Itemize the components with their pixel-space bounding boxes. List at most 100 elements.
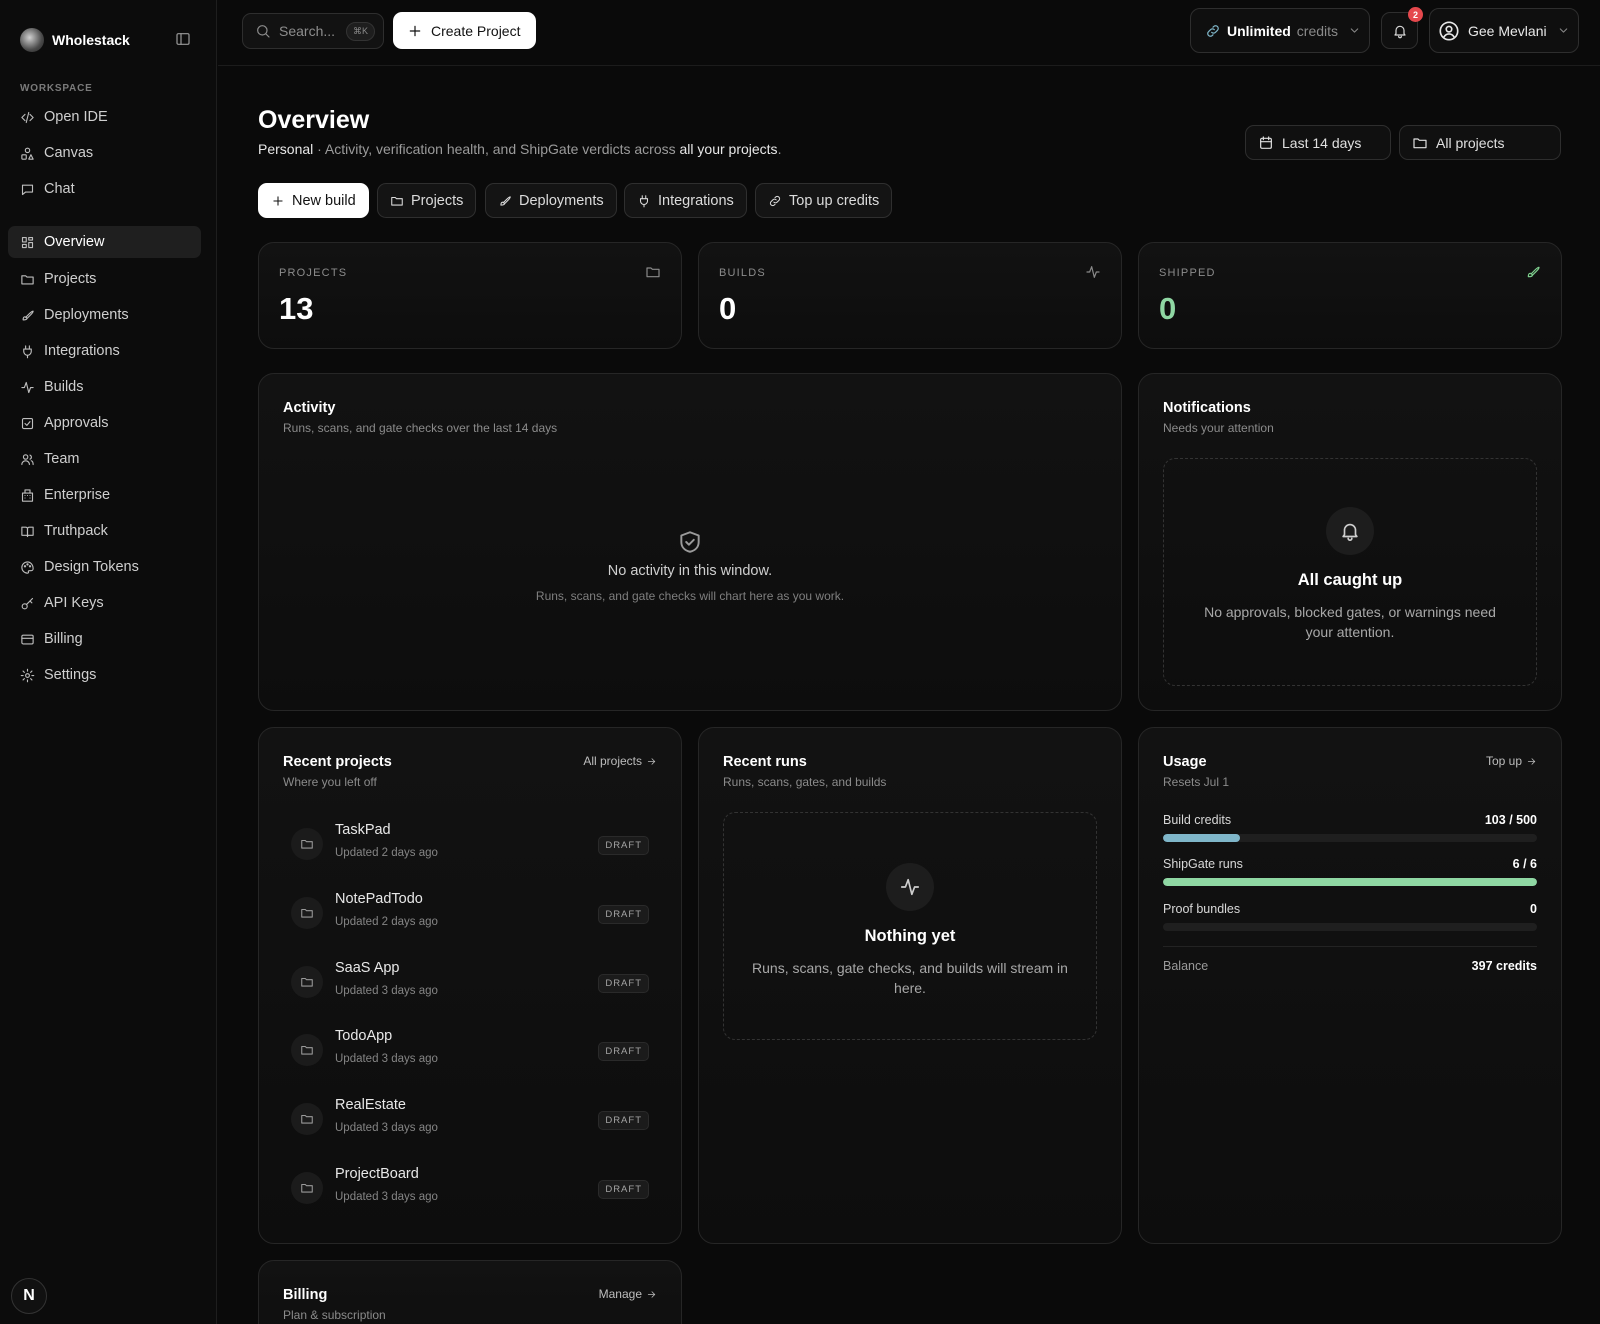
project-name: SaaS App <box>335 960 400 976</box>
project-row[interactable]: ProjectBoard Updated 3 days ago DRAFT <box>283 1158 657 1218</box>
date-range-label: Last 14 days <box>1282 134 1362 151</box>
sidebar-item-team[interactable]: Team <box>8 443 201 475</box>
sidebar-item-design-tokens[interactable]: Design Tokens <box>8 551 201 583</box>
code-icon <box>20 110 35 125</box>
project-filter[interactable]: All projects <box>1399 125 1561 160</box>
search-input[interactable]: Search... ⌘K <box>242 13 384 49</box>
project-row[interactable]: RealEstate Updated 3 days ago DRAFT <box>283 1089 657 1149</box>
all-projects-link-label: All projects <box>583 754 642 768</box>
activity-empty-subtitle: Runs, scans, and gate checks will chart … <box>535 589 845 603</box>
sidebar-item-billing[interactable]: Billing <box>8 623 201 655</box>
sidebar-item-open-ide[interactable]: Open IDE <box>8 101 201 133</box>
notifications-button[interactable]: 2 <box>1381 7 1423 49</box>
project-row[interactable]: SaaS App Updated 3 days ago DRAFT <box>283 952 657 1012</box>
search-shortcut: ⌘K <box>345 21 375 41</box>
recent-projects-title: Recent projects <box>283 754 392 770</box>
sidebar-item-overview[interactable]: Overview <box>8 226 201 258</box>
arrow-right-icon <box>1526 756 1537 767</box>
recent-runs-empty-subtitle: Runs, scans, gate checks, and builds wil… <box>752 960 1068 997</box>
user-menu[interactable]: Gee Mevlani <box>1429 8 1579 53</box>
page-subtitle: Personal · Activity, verification health… <box>258 141 781 157</box>
quick-action-label: New build <box>292 192 356 209</box>
sidebar-item-truthpack[interactable]: Truthpack <box>8 515 201 547</box>
usage-card: Usage Resets Jul 1 Top up Build credits … <box>1138 727 1562 1244</box>
credits-dropdown[interactable]: Unlimited credits <box>1190 8 1370 53</box>
user-avatar-icon <box>1438 20 1460 42</box>
notifications-card: Notifications Needs your attention All c… <box>1138 373 1562 711</box>
scope-label: Personal <box>258 141 314 157</box>
balance-value: 397 credits <box>1471 959 1537 973</box>
users-icon <box>20 452 35 467</box>
project-name: NotePadTodo <box>335 891 423 907</box>
usage-row-build-credits: Build credits 103 / 500 <box>1163 813 1537 843</box>
folder-icon <box>645 264 661 280</box>
folder-icon <box>291 828 323 860</box>
sidebar-item-label: Settings <box>44 667 97 683</box>
sidebar-item-canvas[interactable]: Canvas <box>8 137 201 169</box>
shipped-stat-card[interactable]: SHIPPED 0 <box>1138 242 1562 349</box>
deployments-quick-button[interactable]: Deployments <box>485 183 617 218</box>
status-badge: DRAFT <box>598 1111 649 1130</box>
link-icon <box>768 194 782 208</box>
activity-subtitle: Runs, scans, and gate checks over the la… <box>283 421 558 435</box>
create-project-button[interactable]: Create Project <box>393 12 536 49</box>
sidebar-item-builds[interactable]: Builds <box>8 371 201 403</box>
sidebar-item-label: Design Tokens <box>44 559 139 575</box>
quick-action-label: Deployments <box>519 192 604 209</box>
recent-projects-card: Recent projects Where you left off All p… <box>258 727 682 1244</box>
usage-bar-fill <box>1163 834 1241 842</box>
project-updated: Updated 3 days ago <box>335 1122 438 1134</box>
sidebar-item-label: Deployments <box>44 307 129 323</box>
sidebar-item-deployments[interactable]: Deployments <box>8 299 201 331</box>
all-projects-link[interactable]: All projects <box>583 754 657 768</box>
new-build-button[interactable]: New build <box>258 183 369 218</box>
sidebar-item-api-keys[interactable]: API Keys <box>8 587 201 619</box>
sidebar-item-projects[interactable]: Projects <box>8 263 201 295</box>
project-updated: Updated 2 days ago <box>335 916 438 928</box>
projects-quick-button[interactable]: Projects <box>377 183 477 218</box>
notifications-subtitle: Needs your attention <box>1163 421 1274 435</box>
sidebar-item-integrations[interactable]: Integrations <box>8 335 201 367</box>
builds-stat-card[interactable]: BUILDS 0 <box>698 242 1122 349</box>
sidebar: Wholestack WORKSPACE Open IDE Canvas Cha… <box>0 0 217 1324</box>
notifications-empty-title: All caught up <box>1297 571 1403 589</box>
activity-card: Activity Runs, scans, and gate checks ov… <box>258 373 1122 711</box>
plug-icon <box>637 194 651 208</box>
sidebar-item-approvals[interactable]: Approvals <box>8 407 201 439</box>
billing-title: Billing <box>283 1287 328 1303</box>
sidebar-item-label: Approvals <box>44 415 109 431</box>
project-row[interactable]: TodoApp Updated 3 days ago DRAFT <box>283 1020 657 1080</box>
brand[interactable]: Wholestack <box>20 28 130 52</box>
recent-runs-card: Recent runs Runs, scans, gates, and buil… <box>698 727 1122 1244</box>
usage-row-shipgate-runs: ShipGate runs 6 / 6 <box>1163 857 1537 887</box>
project-updated: Updated 3 days ago <box>335 1053 438 1065</box>
date-range-filter[interactable]: Last 14 days <box>1245 125 1391 160</box>
sidebar-item-settings[interactable]: Settings <box>8 659 201 691</box>
notifications-empty-subtitle: No approvals, blocked gates, or warnings… <box>1204 604 1496 641</box>
footer-avatar-badge[interactable]: N <box>11 1278 47 1314</box>
projects-stat-card[interactable]: PROJECTS 13 <box>258 242 682 349</box>
credits-muted: credits <box>1296 22 1339 39</box>
notifications-title: Notifications <box>1163 400 1251 416</box>
top-up-credits-button[interactable]: Top up credits <box>755 183 893 218</box>
manage-billing-link[interactable]: Manage <box>599 1287 657 1301</box>
search-icon <box>255 23 271 39</box>
palette-icon <box>20 560 35 575</box>
grid-icon <box>20 235 35 250</box>
sidebar-item-label: Builds <box>44 379 84 395</box>
integrations-quick-button[interactable]: Integrations <box>624 183 747 218</box>
project-row[interactable]: NotePadTodo Updated 2 days ago DRAFT <box>283 883 657 943</box>
folder-icon <box>291 1034 323 1066</box>
calendar-icon <box>1258 135 1274 151</box>
usage-title: Usage <box>1163 754 1207 770</box>
top-up-link[interactable]: Top up <box>1486 754 1537 768</box>
manage-link-label: Manage <box>598 1287 642 1301</box>
sidebar-item-chat[interactable]: Chat <box>8 173 201 205</box>
project-row[interactable]: TaskPad Updated 2 days ago DRAFT <box>283 814 657 874</box>
create-project-label: Create Project <box>431 22 521 39</box>
sidebar-toggle-icon[interactable] <box>175 31 193 49</box>
quick-action-label: Top up credits <box>789 192 880 209</box>
project-updated: Updated 2 days ago <box>335 847 438 859</box>
sidebar-item-enterprise[interactable]: Enterprise <box>8 479 201 511</box>
sidebar-item-label: Open IDE <box>44 109 108 125</box>
